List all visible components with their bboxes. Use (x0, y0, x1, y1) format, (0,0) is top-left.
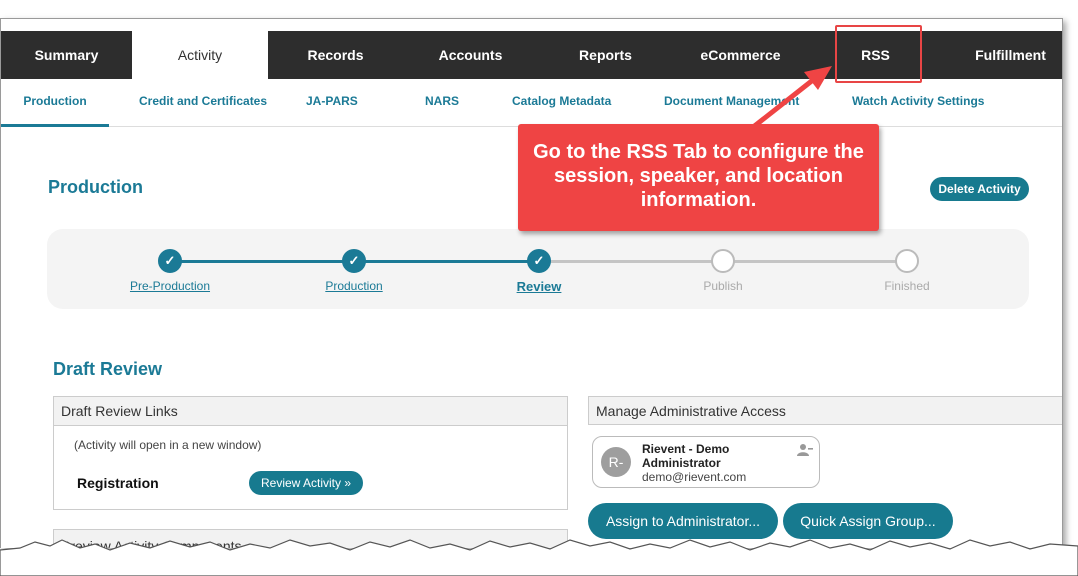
step-publish: Publish (703, 279, 743, 293)
step-production[interactable]: Production (284, 279, 424, 293)
delete-activity-button[interactable]: Delete Activity (930, 177, 1029, 201)
step-review[interactable]: Review (469, 279, 609, 294)
step-check-icon: ✓ (342, 249, 366, 273)
step-pending-dot (895, 249, 919, 273)
subtab-nars[interactable]: NARS (425, 79, 459, 127)
subtab-credit-certificates[interactable]: Credit and Certificates (139, 79, 267, 127)
tab-fulfillment[interactable]: Fulfillment (943, 31, 1062, 79)
tab-activity[interactable]: Activity (132, 31, 268, 79)
annotation-callout: Go to the RSS Tab to configure the sessi… (518, 124, 879, 231)
remove-user-icon[interactable] (797, 443, 813, 457)
step-pending-dot (711, 249, 735, 273)
tab-accounts[interactable]: Accounts (403, 31, 538, 79)
admin-email: demo@rievent.com (642, 470, 747, 484)
admin-access-panel: Manage Administrative Access R- Rievent … (588, 396, 1062, 548)
app-window: Summary Activity Records Accounts Report… (0, 18, 1063, 548)
step-check-icon: ✓ (158, 249, 182, 273)
step-pre-production[interactable]: Pre-Production (100, 279, 240, 293)
new-window-note: (Activity will open in a new window) (74, 438, 262, 452)
draft-review-title: Draft Review (53, 359, 163, 379)
step-check-icon: ✓ (527, 249, 551, 273)
tab-records[interactable]: Records (268, 31, 403, 79)
page-title: Production (48, 177, 143, 197)
progress-stepper: ✓ ✓ ✓ Pre-Production Production Review P… (47, 229, 1029, 309)
torn-edge (0, 539, 1078, 576)
tab-summary[interactable]: Summary (1, 31, 132, 79)
subtab-ja-pars[interactable]: JA-PARS (306, 79, 358, 127)
admin-card: R- Rievent - Demo Administrator demo@rie… (592, 436, 820, 488)
admin-name: Rievent - Demo Administrator (642, 442, 730, 470)
subtab-watch-activity-settings[interactable]: Watch Activity Settings (852, 79, 984, 127)
step-finished: Finished (884, 279, 930, 293)
subtab-catalog-metadata[interactable]: Catalog Metadata (512, 79, 611, 127)
avatar: R- (601, 447, 631, 477)
review-activity-button[interactable]: Review Activity » (249, 471, 363, 495)
sub-nav: Production Credit and Certificates JA-PA… (1, 79, 1062, 127)
admin-access-header: Manage Administrative Access (588, 396, 1062, 425)
subtab-production[interactable]: Production (1, 79, 109, 127)
registration-label: Registration (77, 475, 159, 491)
draft-review-links-panel: Draft Review Links (Activity will open i… (53, 396, 568, 510)
draft-review-links-header: Draft Review Links (54, 397, 567, 426)
tab-reports[interactable]: Reports (538, 31, 673, 79)
